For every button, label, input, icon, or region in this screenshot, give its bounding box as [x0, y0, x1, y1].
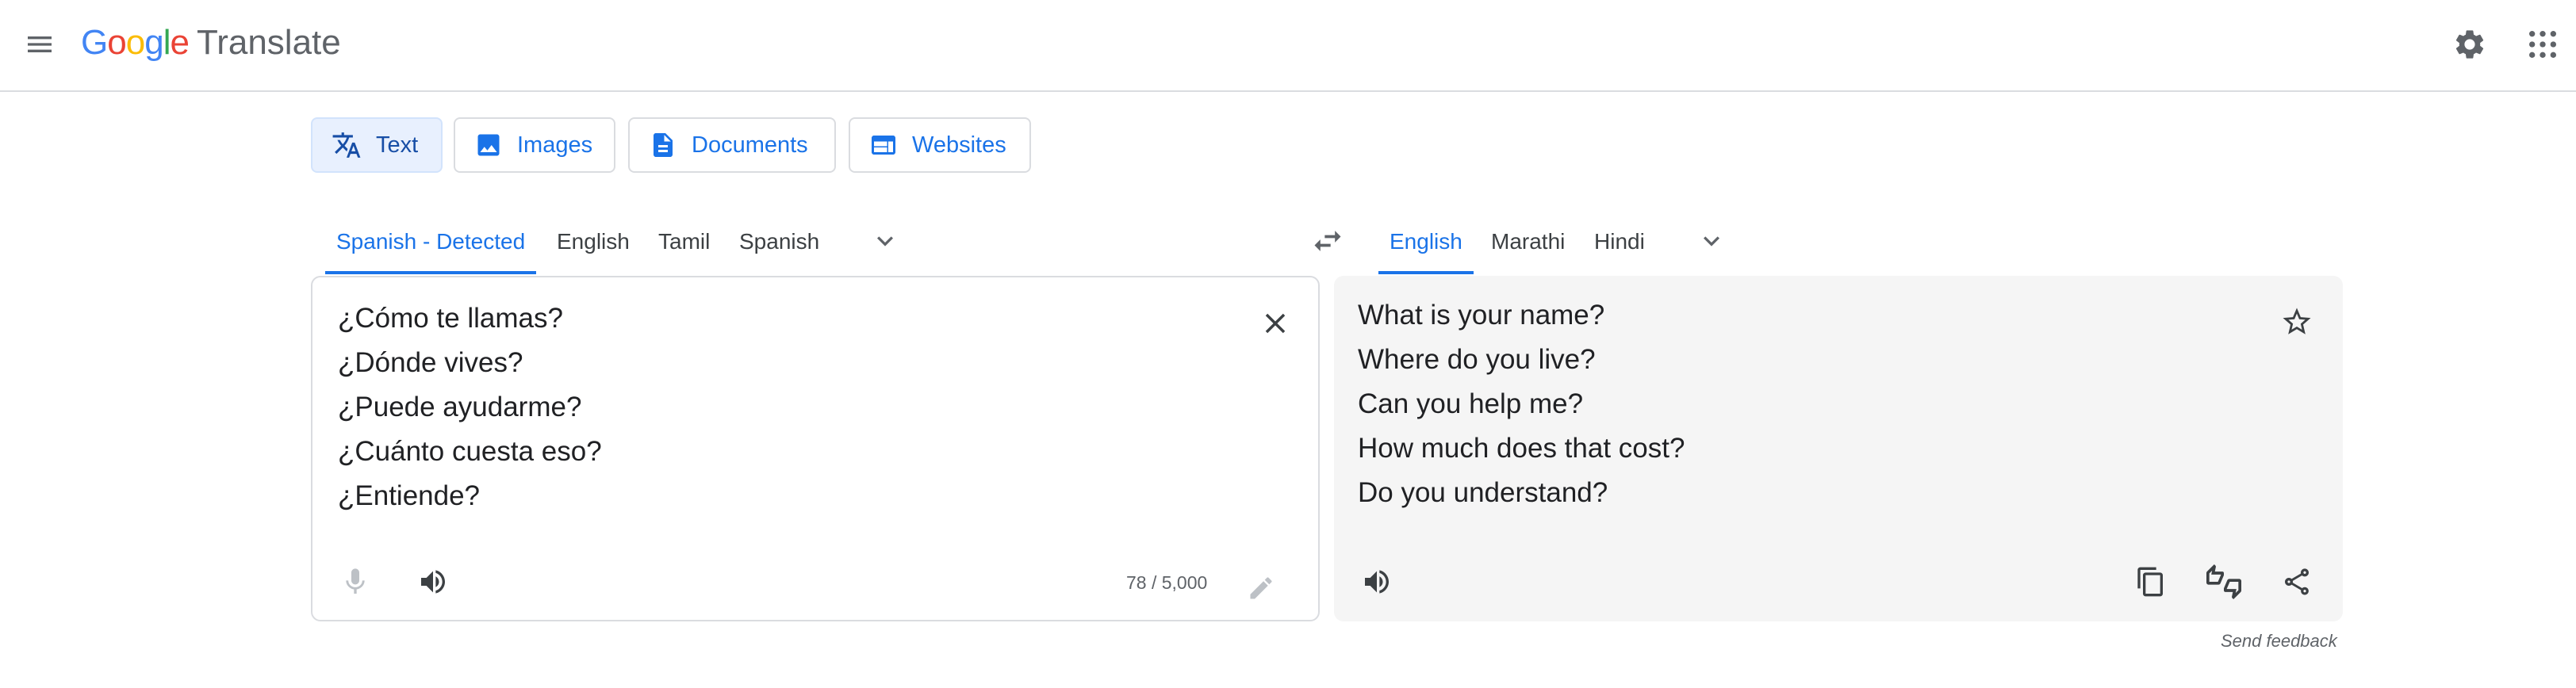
mode-images-button[interactable]: Images — [454, 117, 615, 173]
source-lang-label: Spanish — [739, 229, 820, 254]
mode-text-label: Text — [376, 132, 419, 158]
top-app-bar — [0, 0, 2576, 92]
thumbs-up-down-icon — [2206, 564, 2241, 599]
logo-letter: l — [163, 23, 171, 62]
logo-letter: G — [81, 23, 108, 62]
chevron-down-icon — [869, 225, 901, 257]
microphone-icon — [339, 566, 371, 598]
send-feedback-link[interactable]: Send feedback — [2221, 631, 2337, 652]
google-translate-logo[interactable]: Google Translate — [81, 19, 341, 67]
mode-websites-label: Websites — [912, 132, 1006, 158]
swap-arrows-icon — [1310, 224, 1345, 258]
source-lang-label: English — [557, 229, 630, 254]
target-lang-hindi-tab[interactable]: Hindi — [1594, 209, 1645, 274]
translation-line: What is your name? — [1358, 300, 1605, 331]
source-lang-label: Spanish - Detected — [336, 229, 526, 254]
menu-icon — [24, 29, 56, 60]
translation-line: Can you help me? — [1358, 388, 1584, 419]
share-translation-button[interactable] — [2273, 558, 2321, 606]
source-text-line[interactable]: ¿Cuánto cuesta eso? — [338, 436, 602, 468]
document-icon — [649, 131, 677, 159]
source-text-panel[interactable]: ¿Cómo te llamas? ¿Dónde vives? ¿Puede ay… — [311, 276, 1320, 621]
target-lang-label: Marathi — [1491, 229, 1566, 254]
voice-input-button[interactable] — [332, 558, 379, 606]
share-icon — [2281, 566, 2313, 598]
product-name: Translate — [196, 23, 341, 62]
target-lang-marathi-tab[interactable]: Marathi — [1491, 209, 1565, 274]
target-lang-english-tab[interactable]: English — [1378, 209, 1474, 274]
source-lang-spanish-tab[interactable]: Spanish — [739, 209, 819, 274]
listen-source-button[interactable] — [409, 558, 457, 606]
apps-grid-icon — [2527, 29, 2559, 60]
logo-letter: g — [144, 23, 164, 62]
source-text-line[interactable]: ¿Cómo te llamas? — [338, 303, 563, 334]
speaker-icon — [1361, 566, 1393, 598]
source-text-line[interactable]: ¿Entiende? — [338, 480, 480, 512]
close-icon — [1259, 307, 1292, 340]
source-text-line[interactable]: ¿Dónde vives? — [338, 347, 523, 379]
target-lang-label: English — [1390, 229, 1462, 254]
translation-output-panel: What is your name? Where do you live? Ca… — [1334, 276, 2343, 621]
copy-icon — [2135, 566, 2167, 598]
logo-letter: o — [107, 23, 127, 62]
translation-line: Do you understand? — [1358, 477, 1608, 508]
logo-letter: e — [170, 23, 190, 62]
target-lang-label: Hindi — [1594, 229, 1645, 254]
website-icon — [869, 131, 898, 159]
settings-button[interactable] — [2446, 21, 2494, 68]
translate-icon — [332, 130, 362, 160]
character-count: 78 / 5,000 — [1126, 572, 1208, 593]
clear-source-button[interactable] — [1252, 300, 1299, 347]
listen-translation-button[interactable] — [1353, 558, 1401, 606]
logo-letter: o — [125, 23, 146, 62]
mode-websites-button[interactable]: Websites — [849, 117, 1031, 173]
swap-languages-button[interactable] — [1304, 217, 1351, 265]
chevron-down-icon — [1696, 225, 1727, 257]
source-lang-label: Tamil — [658, 229, 711, 254]
translation-line: Where do you live? — [1358, 344, 1596, 375]
gear-icon — [2452, 27, 2487, 62]
translation-line: How much does that cost? — [1358, 433, 1685, 464]
google-apps-button[interactable] — [2519, 21, 2566, 68]
mode-images-label: Images — [517, 132, 593, 158]
save-translation-button[interactable] — [2273, 298, 2321, 346]
mode-documents-label: Documents — [692, 132, 808, 158]
source-lang-english-tab[interactable]: English — [557, 209, 630, 274]
copy-translation-button[interactable] — [2127, 558, 2175, 606]
handwriting-button[interactable] — [1237, 564, 1285, 612]
source-text-line[interactable]: ¿Puede ayudarme? — [338, 392, 581, 423]
speaker-icon — [417, 566, 449, 598]
star-outline-icon — [2280, 305, 2313, 338]
rate-translation-button[interactable] — [2200, 558, 2248, 606]
mode-documents-button[interactable]: Documents — [628, 117, 836, 173]
source-lang-tamil-tab[interactable]: Tamil — [658, 209, 710, 274]
target-lang-more-button[interactable] — [1688, 217, 1735, 265]
source-lang-more-button[interactable] — [861, 217, 909, 265]
image-icon — [474, 131, 503, 159]
source-lang-detected-tab[interactable]: Spanish - Detected — [325, 209, 537, 274]
main-menu-button[interactable] — [19, 24, 60, 65]
mode-text-button[interactable]: Text — [311, 117, 443, 173]
pencil-icon — [1247, 574, 1275, 602]
